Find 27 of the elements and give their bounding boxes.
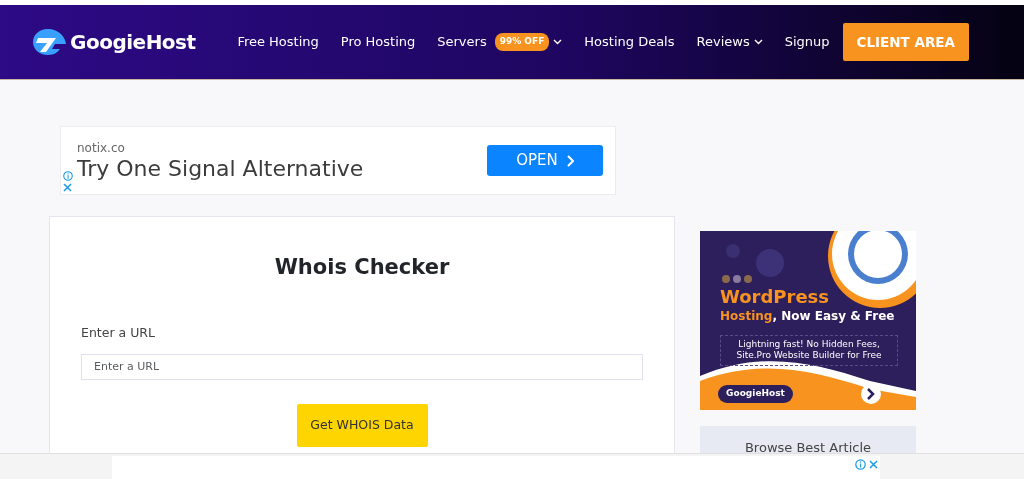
info-icon[interactable]	[63, 171, 73, 181]
close-icon[interactable]	[63, 183, 72, 192]
nav-link[interactable]: Servers 99% OFF	[437, 32, 563, 52]
ad-domain: notix.co	[77, 140, 126, 158]
field-label: Enter a URL	[81, 324, 156, 343]
nav-link[interactable]: Pro Hosting	[340, 32, 416, 52]
nav-link[interactable]: Hosting Deals	[584, 32, 675, 52]
discount-badge: 99% OFF	[494, 33, 550, 51]
ad-title: WordPress	[720, 287, 831, 307]
ad-banner[interactable]: WordPress Hosting, Now Easy & Free Lightning fast! No Hidden Fees, Site.Pro Website Builder for Free GoogieHost	[700, 231, 916, 410]
ad-banner[interactable]: notix.co Try One Signal Alternative OPEN	[60, 126, 616, 195]
logo-icon	[30, 27, 66, 57]
logo-text[interactable]: GoogieHost	[70, 27, 196, 57]
nav-link[interactable]: Reviews	[696, 32, 763, 52]
nav-link[interactable]: Free Hosting	[237, 32, 319, 52]
open-button[interactable]: OPEN	[487, 145, 603, 176]
close-icon[interactable]	[869, 460, 878, 469]
ad-button[interactable]: GoogieHost	[718, 385, 793, 403]
ad-headline: Try One Signal Alternative	[77, 157, 364, 182]
ad-description: Lightning fast! No Hidden Fees, Site.Pro Website Builder for Free	[720, 334, 898, 367]
info-icon[interactable]	[855, 459, 866, 470]
get-whois-button[interactable]: Get WHOIS Data	[296, 403, 428, 447]
ad-subtitle: Hosting, Now Easy & Free	[720, 307, 896, 325]
page-title: Whois Checker	[273, 255, 451, 281]
nav-link[interactable]: Signup	[784, 32, 830, 52]
chevron-right-icon	[565, 154, 574, 167]
url-field[interactable]: Enter a URL	[81, 353, 643, 380]
